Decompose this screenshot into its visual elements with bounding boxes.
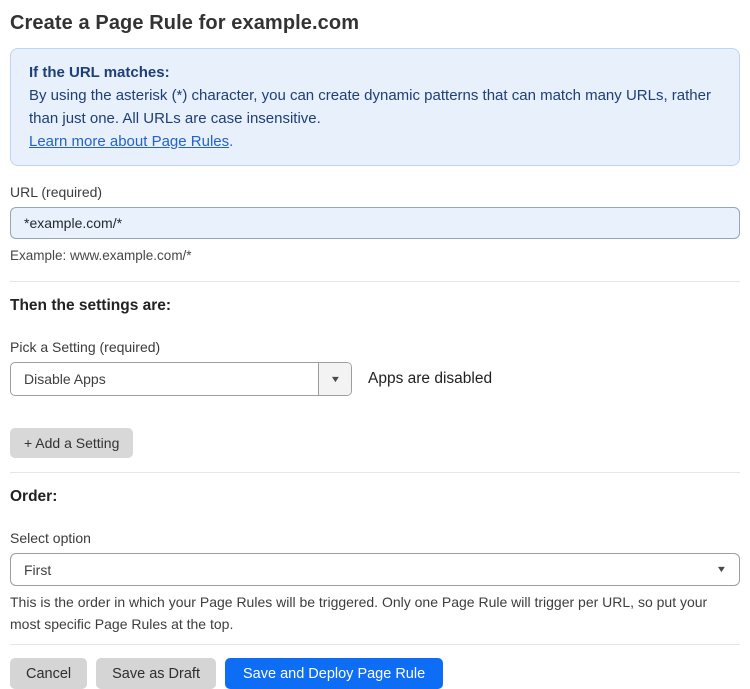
caret-down-icon: ▼: [715, 564, 728, 574]
divider: [10, 281, 740, 282]
url-match-info-box: If the URL matches: By using the asteris…: [10, 48, 740, 166]
setting-row: Disable Apps ▼ Apps are disabled: [10, 362, 740, 396]
pick-setting-label: Pick a Setting (required): [10, 339, 161, 355]
order-select-value: First: [24, 561, 52, 578]
order-section-heading: Order:: [10, 488, 58, 505]
order-select-label: Select option: [10, 530, 91, 546]
caret-down-icon: ▼: [329, 373, 341, 384]
divider: [10, 644, 740, 645]
setting-select-arrow-button[interactable]: ▼: [318, 363, 351, 395]
save-as-draft-button[interactable]: Save as Draft: [96, 658, 216, 689]
settings-section-heading: Then the settings are:: [10, 297, 172, 314]
link-suffix: .: [229, 133, 234, 150]
order-select[interactable]: First ▼: [10, 553, 740, 586]
save-and-deploy-button[interactable]: Save and Deploy Page Rule: [224, 658, 444, 689]
url-example-helper: Example: www.example.com/*: [10, 248, 192, 263]
footer-button-row: Cancel Save as Draft Save and Deploy Pag…: [10, 658, 740, 689]
setting-select[interactable]: Disable Apps ▼: [10, 362, 352, 396]
url-field-label: URL (required): [10, 184, 103, 200]
divider: [10, 472, 740, 473]
learn-more-link[interactable]: Learn more about Page Rules: [29, 133, 229, 150]
info-box-body: By using the asterisk (*) character, you…: [29, 87, 711, 127]
add-setting-button[interactable]: + Add a Setting: [10, 428, 134, 458]
setting-select-value: Disable Apps: [24, 371, 106, 387]
cancel-button[interactable]: Cancel: [10, 658, 88, 689]
url-input[interactable]: [10, 207, 740, 239]
page-title: Create a Page Rule for example.com: [10, 12, 360, 34]
page-rule-form: Create a Page Rule for example.com If th…: [0, 0, 750, 689]
setting-description: Apps are disabled: [368, 370, 493, 387]
info-box-link-line: Learn more about Page Rules.: [29, 130, 721, 153]
order-helper-text: This is the order in which your Page Rul…: [10, 594, 708, 632]
info-box-heading: If the URL matches:: [29, 64, 170, 81]
